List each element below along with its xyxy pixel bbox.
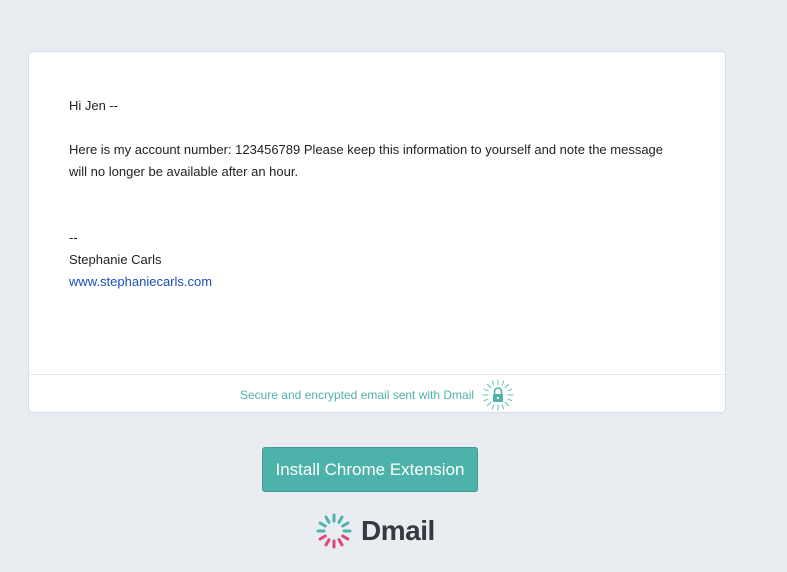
dmail-logo-icon [316,513,352,549]
signature-name: Stephanie Carls [69,252,162,267]
install-chrome-extension-button[interactable]: Install Chrome Extension [262,447,478,492]
dmail-logo-text: Dmail [361,515,435,546]
dmail-logo[interactable]: Dmail [316,512,435,550]
signature-link[interactable]: www.stephaniecarls.com [69,271,669,293]
lock-icon [482,379,514,411]
signature-dash: -- [69,230,78,245]
email-card: Hi Jen -- Here is my account number: 123… [28,51,726,413]
secure-footer-text: Secure and encrypted email sent with Dma… [239,387,475,402]
email-message: Hi Jen -- Here is my account number: 123… [69,95,669,293]
email-greeting: Hi Jen -- [69,98,119,113]
email-body: Here is my account number: 123456789 Ple… [69,142,664,179]
secure-footer: Secure and encrypted email sent with Dma… [29,374,725,414]
